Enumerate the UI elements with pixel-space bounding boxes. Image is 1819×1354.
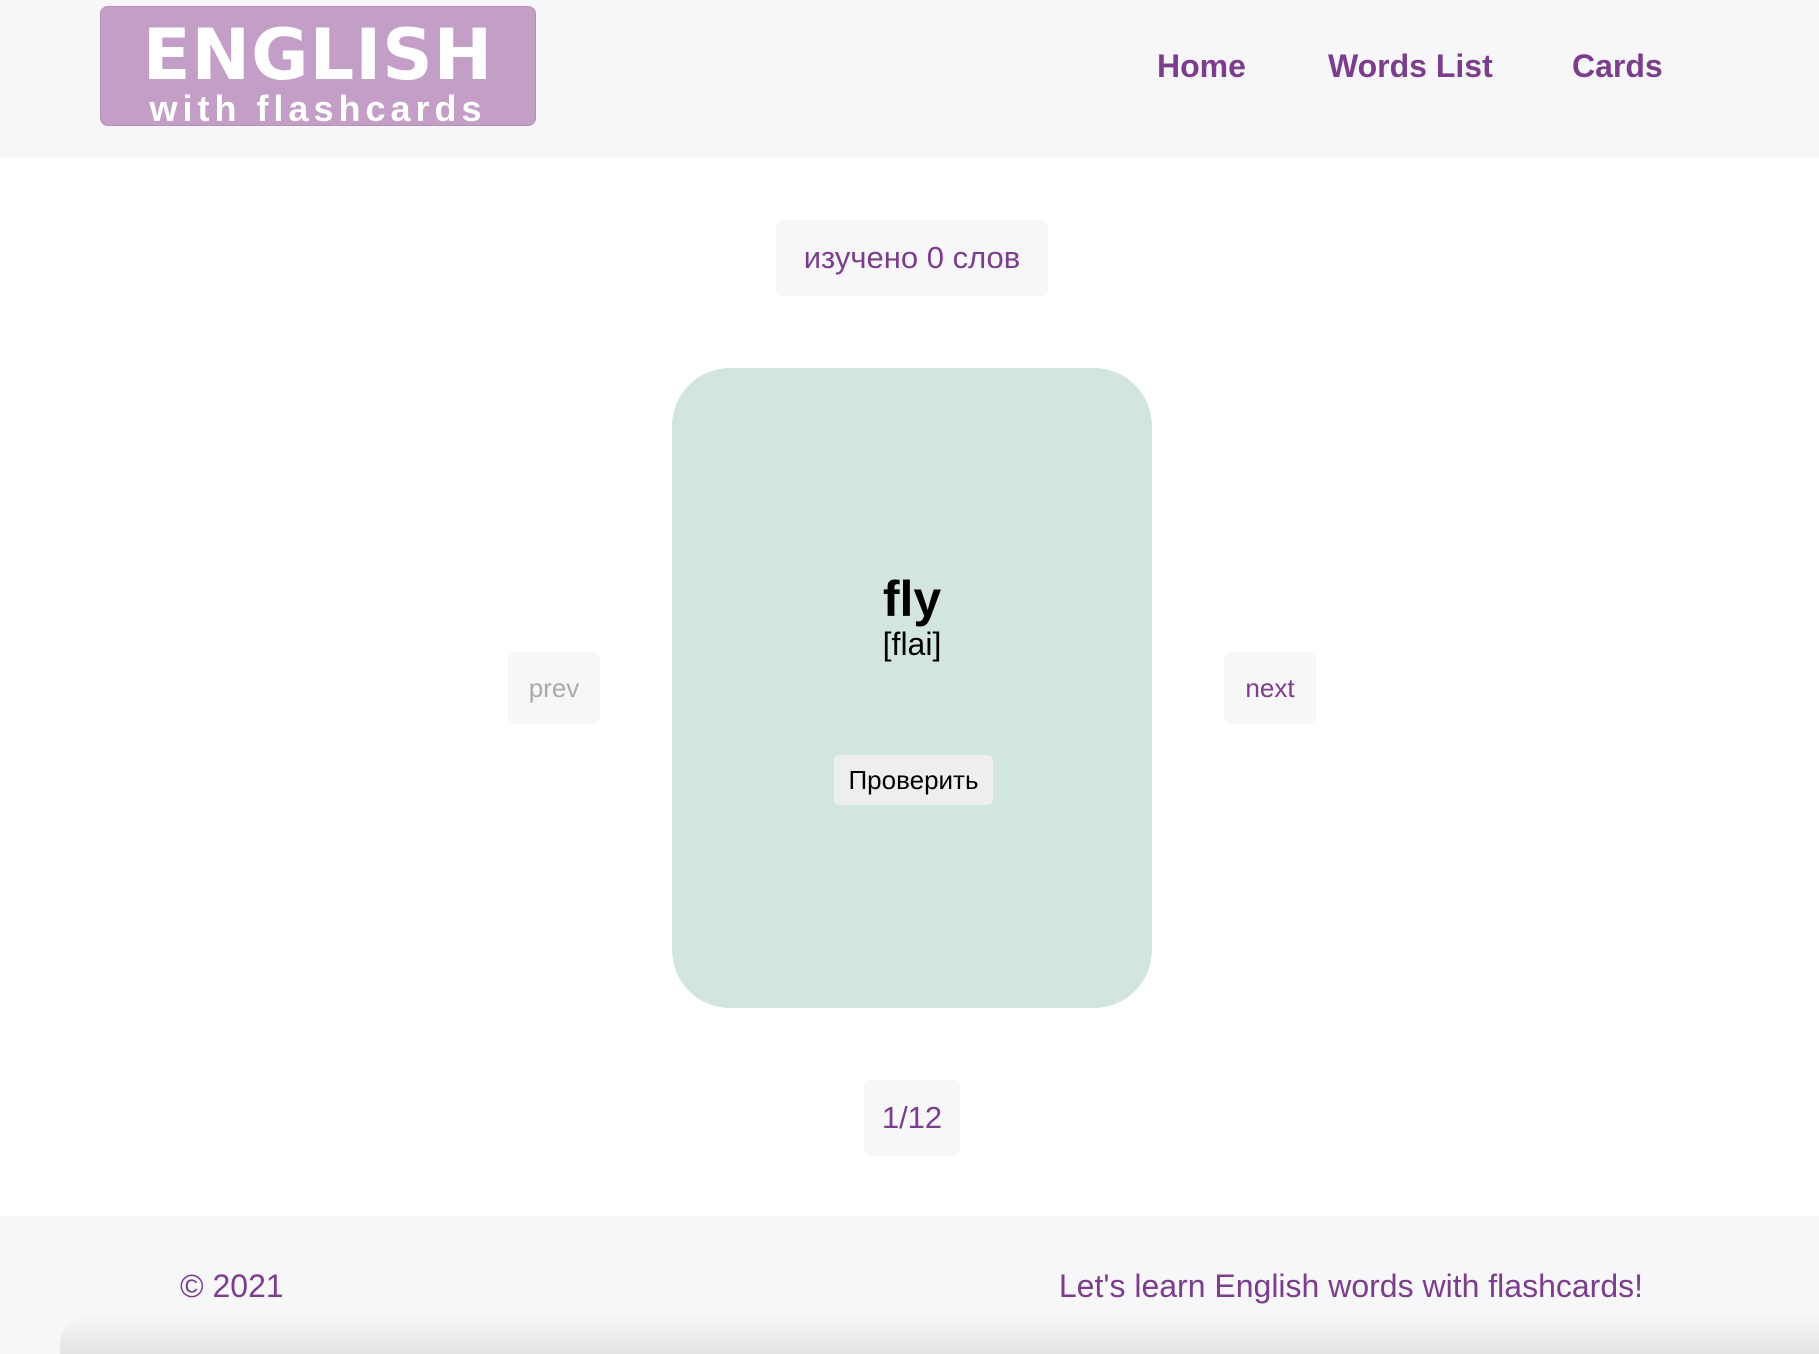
nav-link-cards[interactable]: Cards	[1572, 48, 1663, 85]
card-word: fly	[882, 571, 942, 627]
card-position-counter: 1/12	[864, 1080, 960, 1156]
next-button[interactable]: next	[1224, 652, 1316, 724]
footer-tagline: Let's learn English words with flashcard…	[1058, 1268, 1643, 1304]
flashcard: fly [flai] Проверить	[672, 368, 1152, 1008]
site-footer: © 2021 Let's learn English words with fl…	[0, 1216, 1819, 1354]
site-logo[interactable]: ENGLISH with flashcards	[100, 6, 536, 129]
logo-title: ENGLISH	[142, 14, 494, 96]
nav-link-home[interactable]: Home	[1157, 48, 1246, 85]
page: ENGLISH with flashcards Home Words List …	[0, 0, 1819, 1354]
logo-subtitle: with flashcards	[149, 88, 487, 129]
card-transcription: [flai]	[882, 626, 942, 662]
check-button[interactable]: Проверить	[834, 755, 993, 805]
footer-copyright: © 2021	[180, 1268, 284, 1304]
footer-shadow	[60, 1314, 1819, 1354]
prev-button[interactable]: prev	[508, 652, 600, 724]
site-header: ENGLISH with flashcards Home Words List …	[0, 0, 1819, 157]
learned-words-counter: изучено 0 слов	[776, 220, 1048, 296]
nav-link-words-list[interactable]: Words List	[1328, 48, 1493, 85]
